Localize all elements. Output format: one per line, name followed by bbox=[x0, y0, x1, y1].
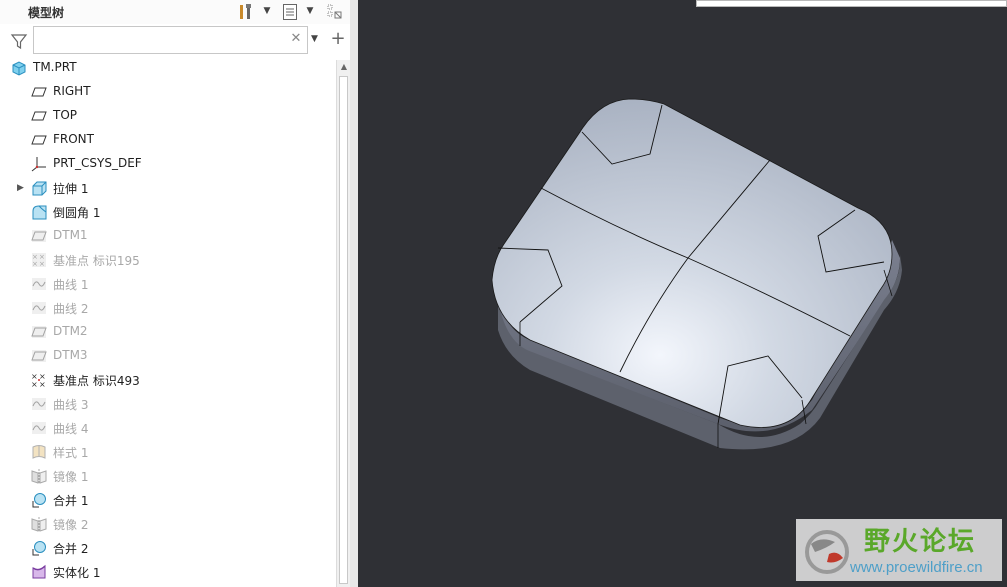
part-icon bbox=[11, 60, 27, 76]
tree-item-curve-3[interactable]: 曲线 3 bbox=[0, 392, 336, 416]
tree-search-input[interactable] bbox=[33, 26, 308, 54]
tree-item-dtm1[interactable]: DTM1 bbox=[0, 224, 336, 248]
tree-item-merge-2[interactable]: 合并 2 bbox=[0, 536, 336, 560]
watermark-url: www.proewildfire.cn bbox=[850, 559, 983, 576]
tree-item-label: 合并 2 bbox=[53, 542, 89, 556]
tree-scrollbar[interactable]: ▲ bbox=[336, 60, 350, 587]
tree-item-right[interactable]: RIGHT bbox=[0, 80, 336, 104]
show-list-icon[interactable] bbox=[280, 2, 300, 22]
tree-item-label: 曲线 2 bbox=[53, 302, 89, 316]
watermark-title: 野火论坛 bbox=[864, 527, 977, 557]
part-model[interactable] bbox=[358, 0, 1007, 587]
scroll-thumb[interactable] bbox=[339, 76, 348, 584]
datum-plane-icon bbox=[31, 108, 47, 124]
tree-item-label: 镜像 1 bbox=[53, 470, 89, 484]
tree-item-csys[interactable]: PRT_CSYS_DEF bbox=[0, 152, 336, 176]
tree-item-datum-point-195[interactable]: × × × × 基准点 标识195 bbox=[0, 248, 336, 272]
tree-item-mirror-2[interactable]: 镜像 2 bbox=[0, 512, 336, 536]
tree-item-extrude-1[interactable]: ▶ 拉伸 1 bbox=[0, 176, 336, 200]
tree-item-label: TOP bbox=[53, 108, 78, 122]
watermark: 野火论坛 www.proewildfire.cn bbox=[796, 519, 1002, 581]
tree-item-label: 样式 1 bbox=[53, 446, 89, 460]
curve-icon bbox=[31, 420, 47, 436]
svg-text:×: × bbox=[39, 260, 45, 268]
tree-item-dtm3[interactable]: DTM3 bbox=[0, 344, 336, 368]
solidify-icon bbox=[31, 564, 47, 580]
tree-item-dtm2[interactable]: DTM2 bbox=[0, 320, 336, 344]
tree-item-merge-1[interactable]: 合并 1 bbox=[0, 488, 336, 512]
model-tree-panel: 模型树 ▼ ▼ ✕ ▼ + TM.PRT RIGHT TOP FRONT PRT… bbox=[0, 0, 358, 587]
curve-icon bbox=[31, 276, 47, 292]
tree-item-round-1[interactable]: 倒圆角 1 bbox=[0, 200, 336, 224]
tree-item-label: 曲线 1 bbox=[53, 278, 89, 292]
tree-item-style-1[interactable]: 样式 1 bbox=[0, 440, 336, 464]
expand-arrow-icon[interactable]: ▶ bbox=[17, 183, 27, 193]
panel-header: 模型树 ▼ ▼ bbox=[0, 0, 358, 24]
model-tree: TM.PRT RIGHT TOP FRONT PRT_CSYS_DEF ▶ 拉伸… bbox=[0, 60, 336, 587]
tree-item-curve-1[interactable]: 曲线 1 bbox=[0, 272, 336, 296]
tree-item-datum-point-493[interactable]: × × × × 基准点 标识493 bbox=[0, 368, 336, 392]
filter-row: ✕ ▼ + bbox=[0, 26, 358, 56]
mirror-icon bbox=[31, 468, 47, 484]
datum-plane-icon bbox=[31, 84, 47, 100]
extrude-icon bbox=[31, 180, 47, 196]
coordinate-system-icon bbox=[31, 156, 47, 172]
tree-item-mirror-1[interactable]: 镜像 1 bbox=[0, 464, 336, 488]
filter-icon[interactable] bbox=[10, 32, 30, 50]
add-filter-icon[interactable]: + bbox=[330, 29, 346, 49]
graphics-viewport[interactable]: 野火论坛 www.proewildfire.cn bbox=[358, 0, 1007, 587]
svg-text:×: × bbox=[31, 380, 38, 388]
tree-item-label: 曲线 4 bbox=[53, 422, 89, 436]
tree-item-label: DTM1 bbox=[53, 228, 88, 242]
datum-plane-icon bbox=[31, 324, 47, 340]
tree-item-label: 基准点 标识493 bbox=[53, 374, 140, 388]
tree-item-label: FRONT bbox=[53, 132, 94, 146]
curve-icon bbox=[31, 300, 47, 316]
datum-point-icon: × × × × bbox=[31, 252, 47, 268]
tree-item-curve-4[interactable]: 曲线 4 bbox=[0, 416, 336, 440]
style-icon bbox=[31, 444, 47, 460]
scroll-up-arrow-icon[interactable]: ▲ bbox=[337, 60, 351, 74]
tree-item-label: 倒圆角 1 bbox=[53, 206, 101, 220]
svg-text:×: × bbox=[39, 380, 46, 388]
panel-splitter[interactable] bbox=[350, 0, 358, 587]
tree-item-curve-2[interactable]: 曲线 2 bbox=[0, 296, 336, 320]
tree-item-label: DTM3 bbox=[53, 348, 88, 362]
tree-item-label: TM.PRT bbox=[33, 60, 77, 74]
tree-item-front[interactable]: FRONT bbox=[0, 128, 336, 152]
search-dropdown-caret-icon[interactable]: ▼ bbox=[311, 34, 318, 44]
panel-title: 模型树 bbox=[28, 6, 65, 20]
settings-dropdown-caret-icon[interactable]: ▼ bbox=[262, 6, 272, 16]
tree-item-label: 镜像 2 bbox=[53, 518, 89, 532]
tree-item-label: PRT_CSYS_DEF bbox=[53, 156, 142, 170]
round-icon bbox=[31, 204, 47, 220]
curve-icon bbox=[31, 396, 47, 412]
datum-point-icon: × × × × bbox=[31, 372, 47, 389]
settings-tools-icon[interactable] bbox=[236, 2, 256, 22]
svg-text:×: × bbox=[32, 260, 38, 268]
datum-plane-icon bbox=[31, 132, 47, 148]
datum-plane-icon bbox=[31, 228, 47, 244]
tree-item-label: 实体化 1 bbox=[53, 566, 101, 580]
show-dropdown-caret-icon[interactable]: ▼ bbox=[305, 6, 315, 16]
tree-item-solidify-1[interactable]: 实体化 1 bbox=[0, 560, 336, 584]
tree-item-label: 合并 1 bbox=[53, 494, 89, 508]
datum-plane-icon bbox=[31, 348, 47, 364]
layer-tree-icon[interactable] bbox=[325, 2, 345, 22]
tree-item-tm-prt[interactable]: TM.PRT bbox=[0, 60, 336, 80]
merge-icon bbox=[31, 540, 47, 556]
mirror-icon bbox=[31, 516, 47, 532]
merge-icon bbox=[31, 492, 47, 508]
tree-item-label: 拉伸 1 bbox=[53, 182, 89, 196]
tree-item-label: DTM2 bbox=[53, 324, 88, 338]
clear-search-icon[interactable]: ✕ bbox=[289, 32, 303, 46]
tree-item-label: 曲线 3 bbox=[53, 398, 89, 412]
tree-item-top[interactable]: TOP bbox=[0, 104, 336, 128]
tree-item-label: RIGHT bbox=[53, 84, 91, 98]
tree-item-label: 基准点 标识195 bbox=[53, 254, 140, 268]
